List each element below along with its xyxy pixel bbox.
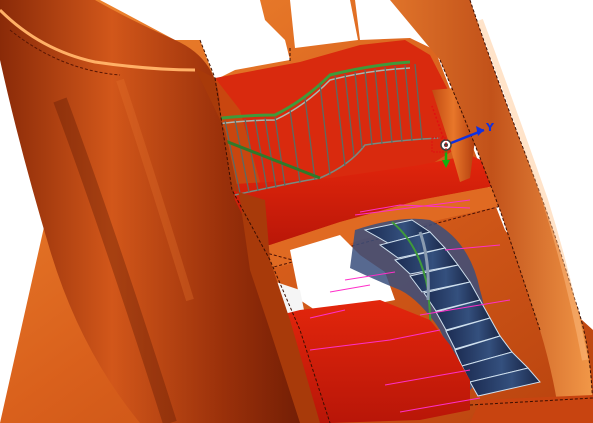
model-canvas[interactable]: Y (0, 0, 593, 423)
triad-y-label: Y (485, 121, 495, 134)
cad-3d-viewport[interactable]: Y (0, 0, 593, 423)
